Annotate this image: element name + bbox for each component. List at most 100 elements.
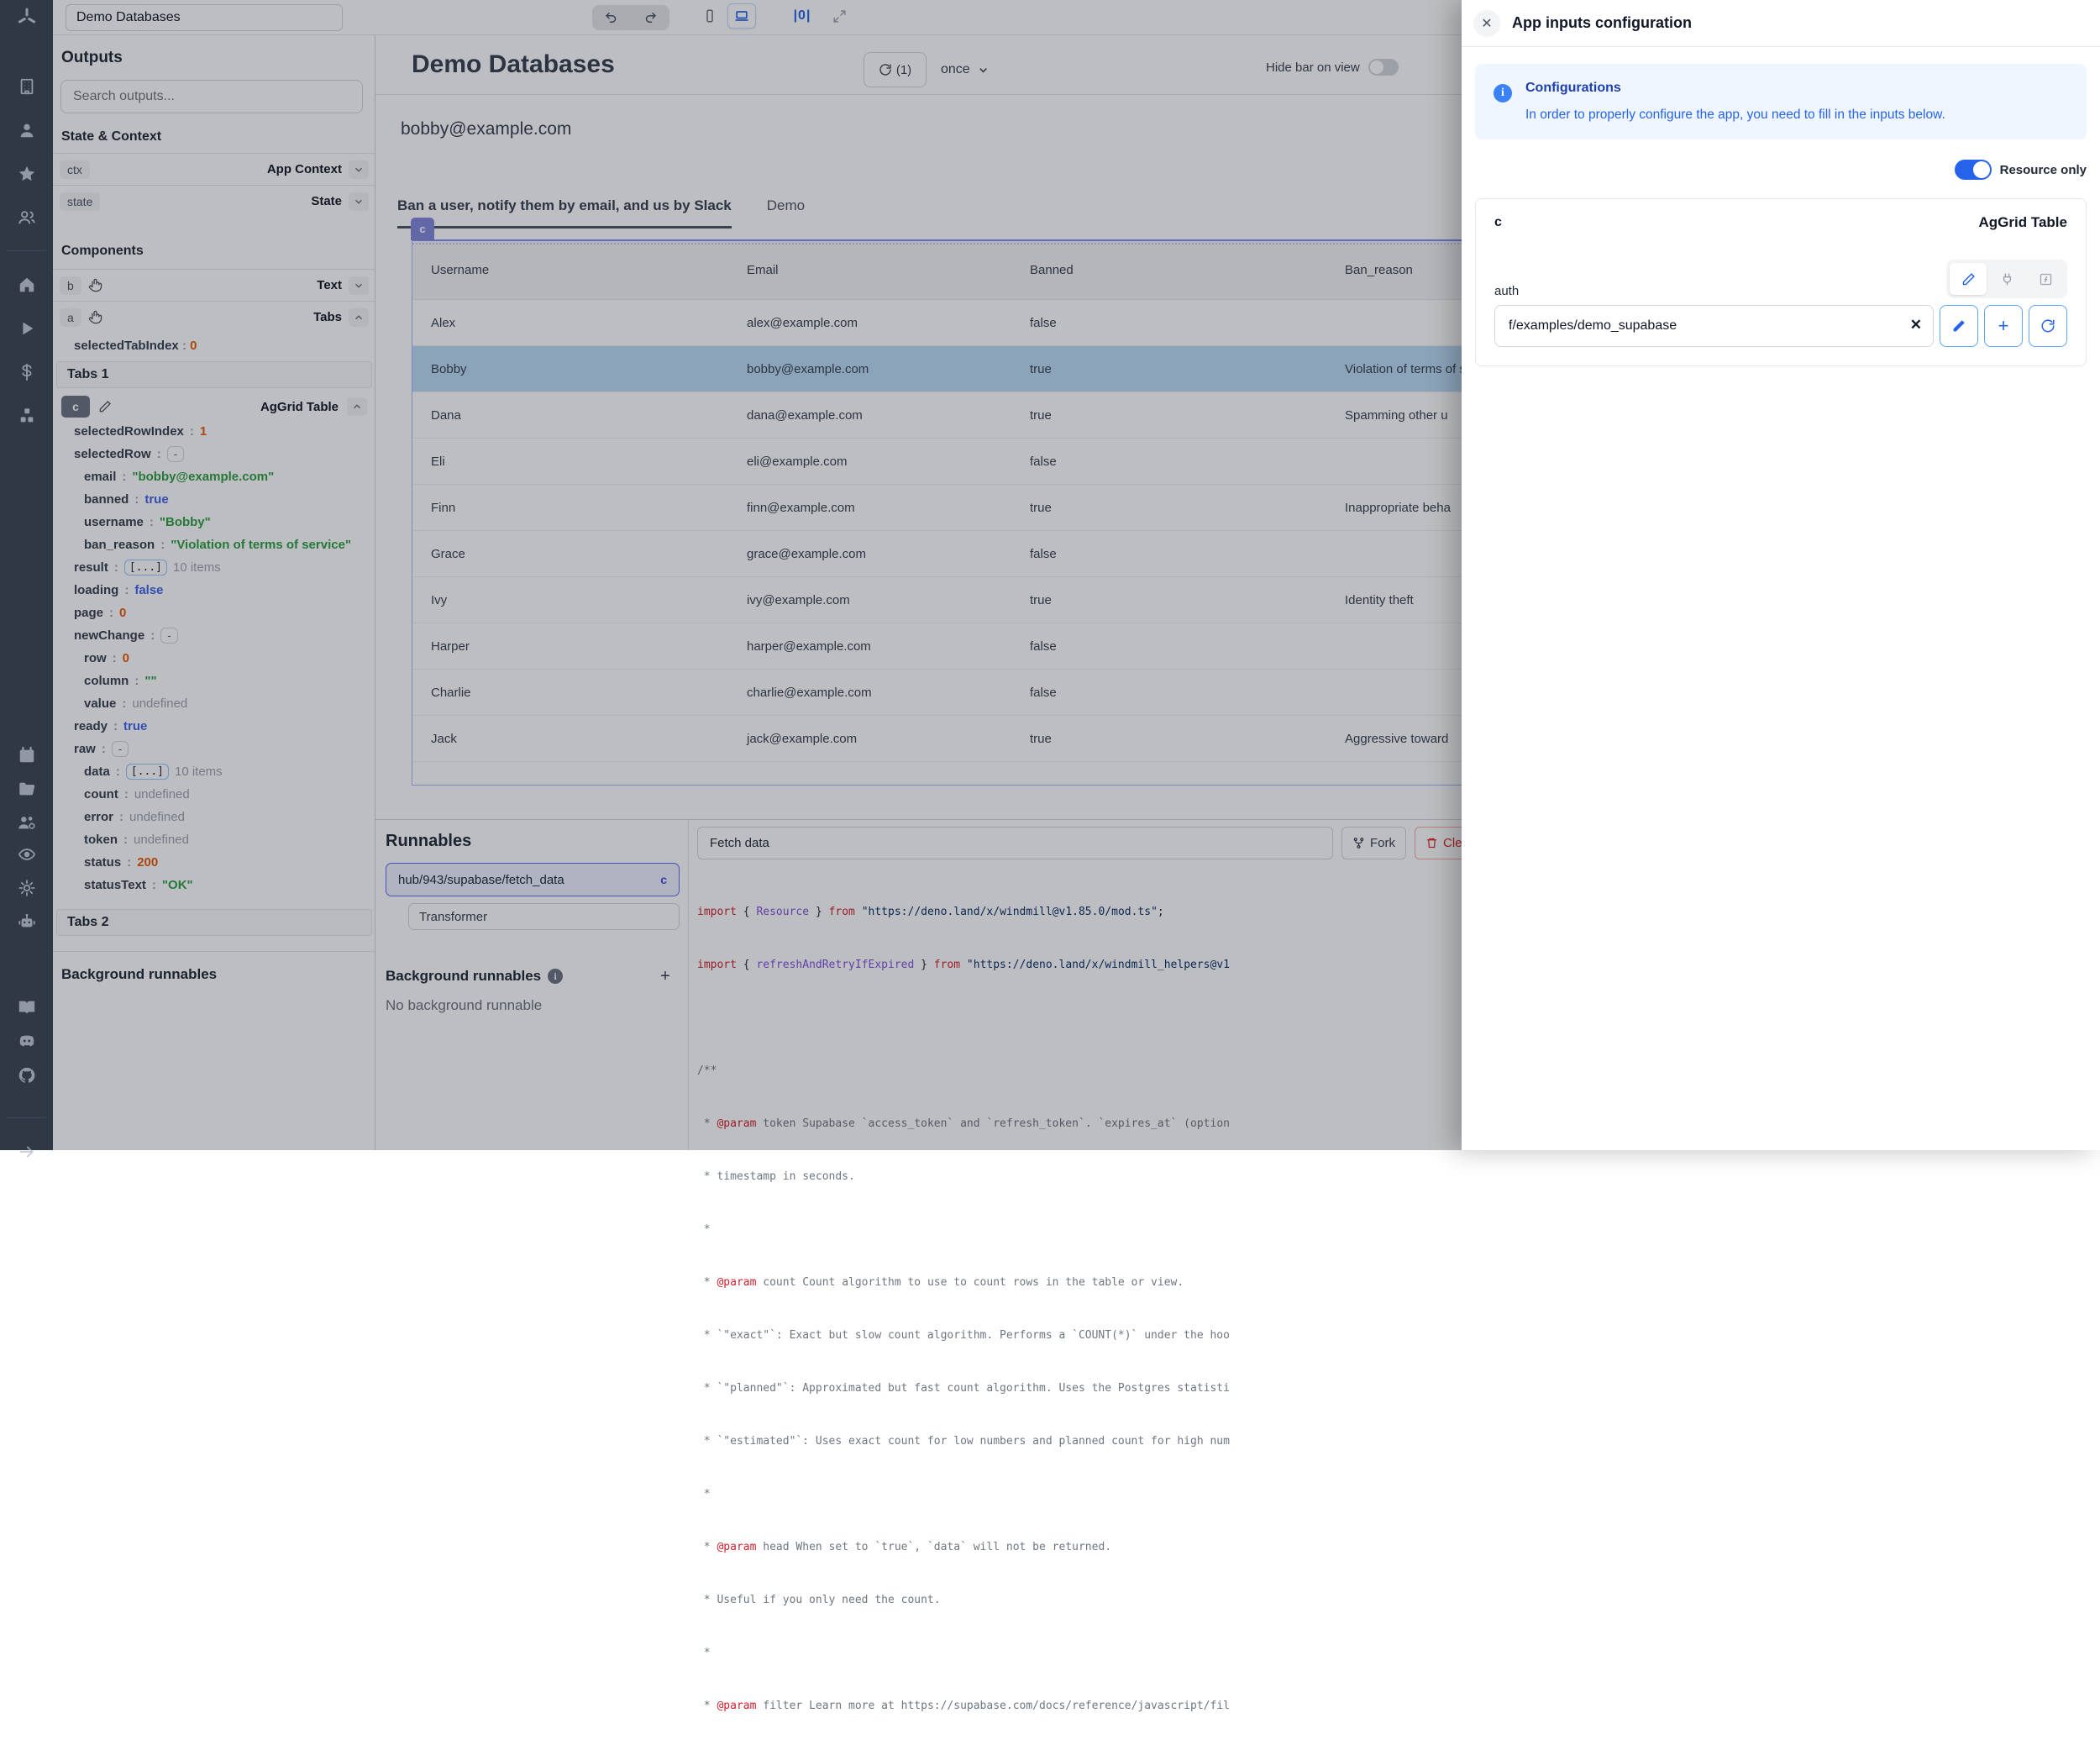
- static-mode-button[interactable]: [1950, 263, 1987, 295]
- component-b-chip: b: [60, 276, 81, 295]
- gear-settings-icon[interactable]: [0, 874, 53, 902]
- text-component-b[interactable]: bobby@example.com: [401, 119, 571, 139]
- undo-button[interactable]: [597, 5, 626, 30]
- redo-icon: [643, 10, 658, 25]
- robot-ai-icon[interactable]: [0, 907, 53, 936]
- chevron-up-icon[interactable]: [347, 397, 367, 416]
- component-b-type: Text: [317, 278, 342, 292]
- center-canvas-button[interactable]: |0|: [788, 3, 816, 29]
- tree-row-error: error:undefined: [84, 806, 185, 828]
- chevron-down-icon[interactable]: [349, 276, 369, 295]
- script-name-input[interactable]: [697, 827, 1333, 859]
- workspace-icon[interactable]: [0, 72, 53, 101]
- discord-icon[interactable]: [0, 1027, 53, 1055]
- output-row-b[interactable]: b Text: [53, 269, 375, 301]
- eval-mode-button[interactable]: [2027, 263, 2064, 295]
- laptop-icon: [733, 8, 750, 24]
- search-outputs-input[interactable]: [60, 80, 363, 113]
- tabs2-section-header[interactable]: Tabs 2: [56, 909, 372, 936]
- book-docs-icon[interactable]: [0, 993, 53, 1022]
- tabs1-section-header[interactable]: Tabs 1: [56, 361, 372, 388]
- add-background-runnable-button[interactable]: +: [653, 964, 678, 989]
- fork-button[interactable]: Fork: [1341, 827, 1406, 859]
- collapse-toggle[interactable]: -: [160, 628, 177, 644]
- folder-icon[interactable]: [0, 775, 53, 803]
- col-header-banned[interactable]: Banned: [1011, 263, 1326, 277]
- resource-only-toggle[interactable]: [1955, 160, 1992, 180]
- play-runs-icon[interactable]: [0, 314, 53, 343]
- tree-row-row: row:0: [84, 647, 129, 670]
- output-row-a[interactable]: a Tabs: [53, 301, 375, 333]
- expand-canvas-button[interactable]: [825, 3, 853, 29]
- expand-array-button[interactable]: [...]: [126, 764, 169, 780]
- aggrid-component-row[interactable]: c AgGrid Table: [56, 392, 372, 422]
- refresh-resource-button[interactable]: [2029, 305, 2067, 347]
- pencil-icon[interactable]: [98, 400, 112, 413]
- star-icon[interactable]: [0, 160, 53, 188]
- github-icon[interactable]: [0, 1061, 53, 1090]
- chevron-down-icon: [977, 64, 990, 76]
- tree-key: selectedTabIndex: [74, 339, 179, 353]
- runnable-badge: c: [660, 873, 667, 886]
- outputs-panel: Outputs State & Context ctx App Context …: [53, 35, 375, 1150]
- redo-button[interactable]: [636, 5, 664, 30]
- user-icon[interactable]: [0, 116, 53, 145]
- desktop-view-button[interactable]: [727, 3, 756, 29]
- tab-ban-user[interactable]: Ban a user, notify them by email, and us…: [397, 197, 732, 229]
- collapse-toggle[interactable]: -: [167, 446, 184, 462]
- tree-value: 0: [190, 339, 197, 353]
- tree-row-result: result:[...]10 items: [74, 556, 221, 579]
- tree-row-username: username:"Bobby": [84, 511, 211, 533]
- ctx-chip: ctx: [60, 160, 90, 179]
- hide-bar-toggle[interactable]: [1368, 59, 1399, 76]
- edit-resource-button[interactable]: [1940, 305, 1978, 347]
- configurations-info-box: i Configurations In order to properly co…: [1475, 64, 2087, 139]
- add-resource-button[interactable]: +: [1984, 305, 2023, 347]
- arrow-right-collapse-icon[interactable]: [0, 1138, 53, 1166]
- calendar-schedules-icon[interactable]: [0, 741, 53, 770]
- transformer-item[interactable]: Transformer: [408, 903, 680, 930]
- col-header-username[interactable]: Username: [412, 263, 728, 277]
- background-runnables-empty: No background runnable: [386, 997, 678, 1014]
- pointer-hand-icon[interactable]: [88, 310, 102, 324]
- users-settings-icon[interactable]: [0, 808, 53, 837]
- chevron-down-icon[interactable]: [349, 192, 369, 211]
- cubes-resources-icon[interactable]: [0, 402, 53, 430]
- dollar-variables-icon[interactable]: [0, 358, 53, 386]
- runnables-panel: Runnables hub/943/supabase/fetch_data c …: [375, 820, 689, 1151]
- auth-input-wrap: ✕: [1494, 305, 1934, 347]
- app-title-input[interactable]: [66, 4, 343, 31]
- tree-row-column: column:"": [84, 670, 157, 692]
- windmill-logo[interactable]: [0, 0, 53, 35]
- collapse-toggle[interactable]: -: [112, 741, 129, 757]
- output-row-state[interactable]: state State: [53, 185, 375, 217]
- users-icon[interactable]: [0, 203, 53, 232]
- component-card-header: c AgGrid Table: [1494, 214, 2067, 231]
- col-header-email[interactable]: Email: [728, 263, 1011, 277]
- tree-row-page: page:0: [74, 602, 126, 624]
- chevron-down-icon[interactable]: [349, 160, 369, 179]
- hide-bar-setting: Hide bar on view: [1266, 59, 1399, 76]
- connect-mode-button[interactable]: [1988, 263, 2025, 295]
- close-icon[interactable]: ✕: [1473, 10, 1500, 37]
- center-align-icon: |0|: [794, 8, 811, 24]
- tab-demo[interactable]: Demo: [767, 197, 805, 229]
- fork-label: Fork: [1370, 836, 1395, 850]
- mobile-view-button[interactable]: [696, 3, 724, 29]
- output-row-ctx[interactable]: ctx App Context: [53, 153, 375, 185]
- home-icon[interactable]: [0, 271, 53, 299]
- refresh-button[interactable]: (1): [864, 52, 927, 87]
- selected-component-badge[interactable]: c: [411, 218, 434, 240]
- tree-row-ban_reason: ban_reason:"Violation of terms of servic…: [84, 533, 351, 556]
- component-type: AgGrid Table: [1979, 214, 2067, 231]
- schedule-dropdown[interactable]: once: [941, 52, 990, 87]
- windmill-app-editor: |0| Outputs State & Context: [0, 0, 2100, 1150]
- chevron-up-icon[interactable]: [349, 308, 369, 327]
- resource-path-input[interactable]: [1494, 305, 1934, 347]
- ctx-type-label: App Context: [267, 162, 342, 176]
- runnable-item-fetch-data[interactable]: hub/943/supabase/fetch_data c: [386, 863, 680, 896]
- clear-input-icon[interactable]: ✕: [1910, 317, 1922, 334]
- eye-logs-icon[interactable]: [0, 840, 53, 869]
- pointer-hand-icon[interactable]: [88, 278, 102, 292]
- expand-array-button[interactable]: [...]: [124, 560, 167, 575]
